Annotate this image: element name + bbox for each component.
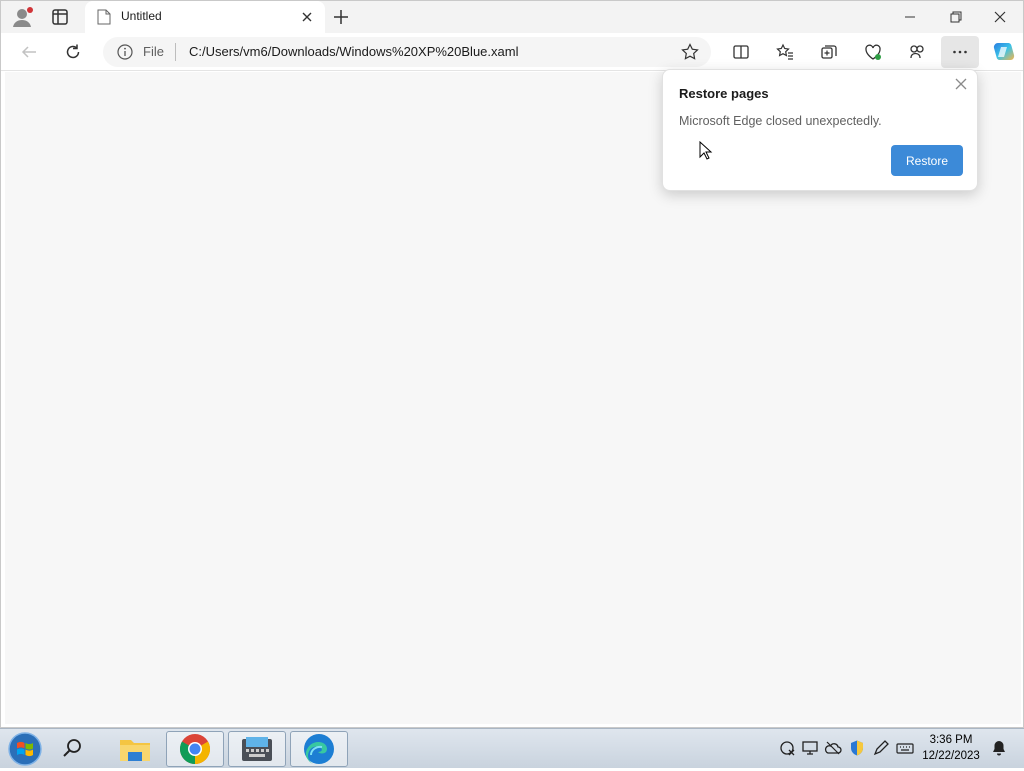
tray-cloud-icon[interactable]	[824, 739, 842, 757]
close-window-button[interactable]	[977, 1, 1023, 33]
extensions-button[interactable]	[903, 39, 931, 65]
tray-keyboard-icon[interactable]	[896, 739, 914, 757]
mouse-cursor-icon	[699, 141, 713, 160]
more-dots-icon	[953, 50, 967, 54]
search-button[interactable]	[60, 737, 84, 761]
split-screen-icon	[733, 45, 749, 59]
tab-strip: Untitled	[1, 1, 1023, 33]
close-tab-icon[interactable]	[299, 9, 315, 25]
copilot-icon	[993, 43, 1015, 60]
address-bar[interactable]: File C:/Users/vm6/Downloads/Windows%20XP…	[103, 37, 711, 67]
minimize-button[interactable]	[887, 1, 933, 33]
refresh-button[interactable]	[59, 39, 87, 65]
clock-date: 12/22/2023	[922, 750, 980, 762]
page-icon	[97, 9, 111, 25]
dialog-title: Restore pages	[679, 86, 769, 101]
favorites-icon	[776, 43, 793, 60]
dialog-message: Microsoft Edge closed unexpectedly.	[679, 114, 882, 128]
edge-icon	[304, 734, 334, 764]
new-tab-button[interactable]	[331, 7, 353, 27]
tray-security-shield-icon[interactable]	[848, 739, 866, 757]
clock-time: 3:36 PM	[929, 734, 973, 746]
close-window-icon	[994, 11, 1006, 23]
windows-orb-icon	[8, 732, 42, 766]
taskbar-edge[interactable]	[290, 731, 348, 767]
profile-button[interactable]	[11, 6, 35, 28]
search-icon	[63, 739, 81, 757]
system-clock[interactable]: 3:36 PM 12/22/2023	[916, 732, 986, 764]
tray-network-x-icon[interactable]	[778, 739, 796, 757]
back-arrow-icon	[21, 46, 36, 58]
chrome-icon	[179, 734, 211, 764]
tray-display-icon[interactable]	[801, 739, 819, 757]
refresh-icon	[66, 44, 80, 59]
extensions-icon	[910, 45, 924, 59]
collections-icon	[821, 45, 837, 59]
edge-window: Untitled File C:/Users/vm6/Downloads/Win…	[0, 0, 1024, 728]
taskbar: 3:36 PM 12/22/2023	[0, 728, 1024, 768]
tab-actions-icon	[52, 9, 68, 25]
tab-title: Untitled	[121, 9, 162, 23]
minimize-icon	[905, 16, 915, 18]
heart-pulse-icon	[865, 44, 881, 60]
folder-icon	[120, 740, 150, 761]
taskbar-chrome[interactable]	[166, 731, 224, 767]
on-screen-keyboard-icon	[242, 737, 272, 761]
toolbar: File C:/Users/vm6/Downloads/Windows%20XP…	[1, 33, 1023, 71]
taskbar-app-keyboard[interactable]	[228, 731, 286, 767]
favorites-button[interactable]	[771, 39, 799, 65]
notification-dot	[27, 7, 33, 13]
copilot-button[interactable]	[989, 37, 1019, 67]
back-button[interactable]	[15, 39, 43, 65]
restore-window-icon	[950, 11, 962, 23]
scheme-label: File	[143, 44, 164, 59]
browser-essentials-button[interactable]	[859, 39, 887, 65]
taskbar-file-explorer[interactable]	[106, 731, 164, 767]
restore-window-button[interactable]	[933, 1, 979, 33]
settings-more-button[interactable]	[941, 36, 979, 68]
info-icon[interactable]	[117, 44, 133, 60]
plus-icon	[334, 10, 348, 24]
favorite-star-icon[interactable]	[681, 43, 699, 61]
split-screen-button[interactable]	[727, 39, 755, 65]
tab-actions-button[interactable]	[49, 6, 73, 28]
start-button[interactable]	[6, 731, 44, 767]
url-text[interactable]: C:/Users/vm6/Downloads/Windows%20XP%20Bl…	[189, 44, 518, 59]
close-dialog-icon[interactable]	[953, 76, 969, 92]
omnibox-divider	[175, 43, 176, 61]
restore-button[interactable]: Restore	[891, 145, 963, 176]
tray-pen-icon[interactable]	[872, 739, 890, 757]
restore-pages-dialog: Restore pages Microsoft Edge closed unex…	[662, 69, 978, 191]
collections-button[interactable]	[815, 39, 843, 65]
notifications-bell-icon[interactable]	[990, 739, 1008, 757]
tab-untitled[interactable]: Untitled	[85, 1, 325, 33]
